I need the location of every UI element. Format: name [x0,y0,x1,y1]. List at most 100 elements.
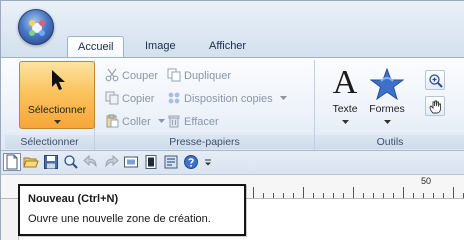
ruler-tick [263,193,264,198]
texte-label: Texte [332,103,358,115]
ruler-tick [283,193,284,198]
ruler-tick [363,193,364,198]
ruler-tick [373,193,374,198]
select-button-label: Sélectionner [27,104,87,116]
small-tools-column [425,70,464,122]
group-label-selectionner: Sélectionner [5,135,94,149]
ruler-tick [443,193,444,198]
couper-label: Couper [122,70,159,82]
ruler-tick [393,193,394,198]
cursor-arrow-icon [52,70,65,90]
tab-accueil[interactable]: Accueil [67,36,125,58]
customize-toolbar-button[interactable] [203,154,213,170]
save-button[interactable] [43,154,59,170]
copier-button[interactable]: Copier [105,91,154,107]
array-copies-icon [168,92,180,104]
ruler-tick [423,193,424,198]
group-outils: A Texte Formes Outils [315,60,464,150]
ruler-tick [323,193,324,198]
pan-button[interactable] [425,96,445,116]
paste-icon [106,114,119,128]
texte-button[interactable]: A Texte [325,66,365,126]
app-logo-icon [29,20,45,36]
hand-icon [429,100,441,114]
group-label-outils: Outils [315,135,464,149]
ruler-tick [253,187,254,198]
chevron-down-icon [157,119,165,123]
new-document-icon [6,154,18,170]
open-button[interactable] [23,154,39,170]
ruler-label-50: 50 [421,176,432,186]
ruler-tick [403,187,404,198]
ruler-tick [293,193,294,198]
help-icon [184,155,198,169]
tooltip-title: Nouveau (Ctrl+N) [28,193,119,205]
chevron-down-icon [383,120,391,124]
formes-label: Formes [369,103,405,115]
help-button[interactable] [183,154,199,170]
zoom-in-icon [429,74,443,88]
title-bar [1,1,464,35]
ruler-tick [383,193,384,198]
ruler-tick [273,193,274,198]
zoom-button[interactable] [63,154,79,170]
undo-button[interactable] [83,154,99,170]
coller-label: Coller [122,116,151,128]
disposition-copies-label: Disposition copies [184,93,273,105]
save-icon [44,155,58,169]
customize-dropdown-icon [205,159,211,166]
ruler-tick [303,187,304,198]
quick-access-toolbar [1,151,464,175]
ribbon-panel: Sélectionner Sélectionner Couper Dupliqu… [1,57,464,151]
properties-icon [164,155,178,169]
effacer-label: Effacer [184,116,219,128]
chevron-down-icon [54,120,61,124]
chevron-down-icon [341,120,349,124]
application-window: Accueil Image Afficher Sélectionner Séle… [0,0,464,240]
new-button[interactable] [3,153,21,171]
redo-button[interactable] [103,154,119,170]
properties-button[interactable] [163,154,179,170]
couper-button[interactable]: Couper [105,68,158,84]
dupliquer-label: Dupliquer [184,70,232,82]
dupliquer-button[interactable]: Dupliquer [167,68,231,84]
effacer-button[interactable]: Effacer [167,114,219,130]
tooltip-description: Ouvre une nouvelle zone de création. [28,213,211,225]
formes-button[interactable]: Formes [367,66,407,126]
star-shape-icon [370,68,404,100]
ruler-tick [413,193,414,198]
ruler-tick [333,193,334,198]
vertical-ruler [1,199,19,240]
page-button[interactable] [143,154,159,170]
select-button[interactable]: Sélectionner [19,61,95,129]
zoom-in-button[interactable] [425,70,445,90]
open-folder-icon [23,157,39,168]
ruler-tick [313,193,314,198]
ruler-tick [343,193,344,198]
disposition-copies-button[interactable]: Disposition copies [167,91,287,107]
ruler-tick [353,187,354,198]
page-view-icon [145,155,157,169]
duplicate-icon [167,68,181,82]
trash-icon [168,115,180,128]
chevron-down-icon [279,96,287,100]
preview-button[interactable] [123,154,139,170]
zoom-icon [64,155,78,169]
tab-image[interactable]: Image [135,36,186,58]
preview-icon [124,156,138,168]
redo-icon [105,154,119,168]
coller-button[interactable]: Coller [105,114,165,130]
group-label-presse-papiers: Presse-papiers [95,135,314,149]
ribbon-tabs: Accueil Image Afficher [1,35,464,58]
copy-icon [105,91,119,105]
group-selectionner: Sélectionner Sélectionner [5,60,95,150]
application-menu-button[interactable] [18,9,54,45]
tooltip-nouveau: Nouveau (Ctrl+N) Ouvre une nouvelle zone… [18,184,246,236]
ruler-tick [433,193,434,198]
copier-label: Copier [122,93,155,105]
ruler-tick [453,187,454,198]
tab-afficher[interactable]: Afficher [199,36,256,58]
undo-icon [83,154,97,168]
scissors-icon [105,68,119,82]
text-icon: A [332,64,358,101]
